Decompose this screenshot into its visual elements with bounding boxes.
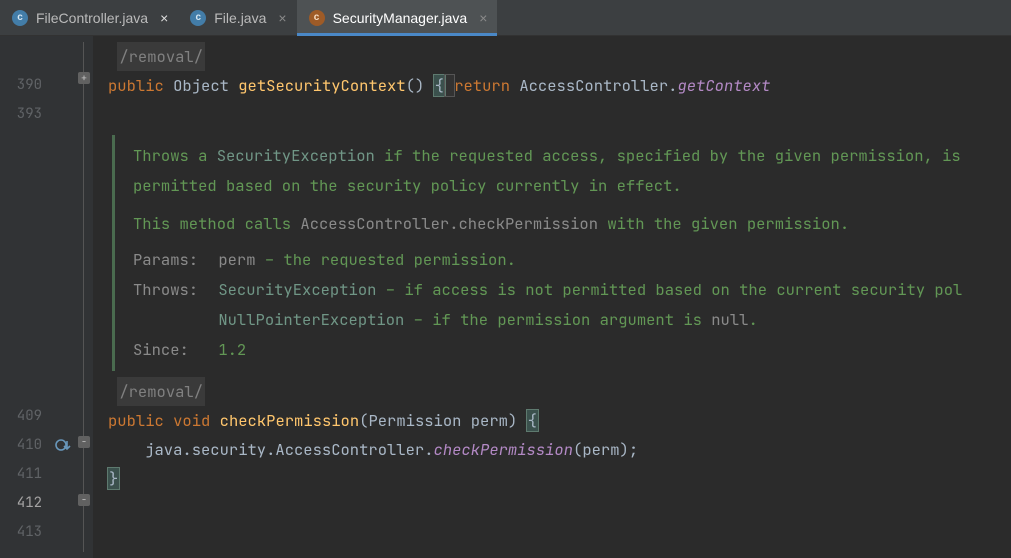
line-number: 413 <box>0 518 52 547</box>
marker-gutter <box>52 36 76 558</box>
annotation: /removal/ <box>117 42 205 71</box>
line-number-gutter: 390 393 409 410 411 412 413 <box>0 36 52 558</box>
fold-gutter: + − − <box>76 36 94 558</box>
line-number <box>0 42 52 71</box>
fold-collapse-icon[interactable]: − <box>78 494 90 506</box>
code-line[interactable]: java.security.AccessController.checkPerm… <box>108 435 1011 464</box>
doc-link[interactable]: NullPointerException <box>218 309 404 330</box>
fold-expand-icon[interactable]: + <box>78 72 90 84</box>
tab-bar: c FileController.java × c File.java × c … <box>0 0 1011 36</box>
code-area[interactable]: /removal/ public Object getSecurityConte… <box>94 36 1011 558</box>
fold-collapse-icon[interactable]: − <box>78 436 90 448</box>
doc-link[interactable]: SecurityException <box>217 145 375 166</box>
tab-filecontroller[interactable]: c FileController.java × <box>0 0 178 35</box>
annotation: /removal/ <box>117 377 205 406</box>
line-number: 393 <box>0 100 52 129</box>
line-number: 410 <box>0 431 52 460</box>
line-number <box>0 129 52 402</box>
tab-label: SecurityManager.java <box>333 10 468 26</box>
line-number: 409 <box>0 402 52 431</box>
tab-securitymanager[interactable]: c SecurityManager.java × <box>297 0 498 35</box>
tab-label: FileController.java <box>36 10 148 26</box>
close-icon[interactable]: × <box>475 10 487 26</box>
editor[interactable]: 390 393 409 410 411 412 413 + − − /remov… <box>0 36 1011 558</box>
code-line[interactable]: public void checkPermission(Permission p… <box>108 406 1011 435</box>
class-icon: c <box>190 10 206 26</box>
class-icon: c <box>12 10 28 26</box>
tab-label: File.java <box>214 10 266 26</box>
tab-file[interactable]: c File.java × <box>178 0 296 35</box>
javadoc-block: Throws a SecurityException if the reques… <box>112 135 1011 371</box>
doc-link[interactable]: SecurityException <box>218 279 376 300</box>
code-line[interactable]: } <box>108 464 1011 493</box>
class-icon: c <box>309 10 325 26</box>
close-icon[interactable]: × <box>156 10 168 26</box>
close-icon[interactable]: × <box>274 10 286 26</box>
override-icon[interactable] <box>54 436 72 454</box>
line-number: 390 <box>0 71 52 100</box>
line-number: 411 <box>0 460 52 489</box>
code-line[interactable]: public Object getSecurityContext() { ret… <box>108 71 1011 100</box>
line-number: 412 <box>0 489 52 518</box>
